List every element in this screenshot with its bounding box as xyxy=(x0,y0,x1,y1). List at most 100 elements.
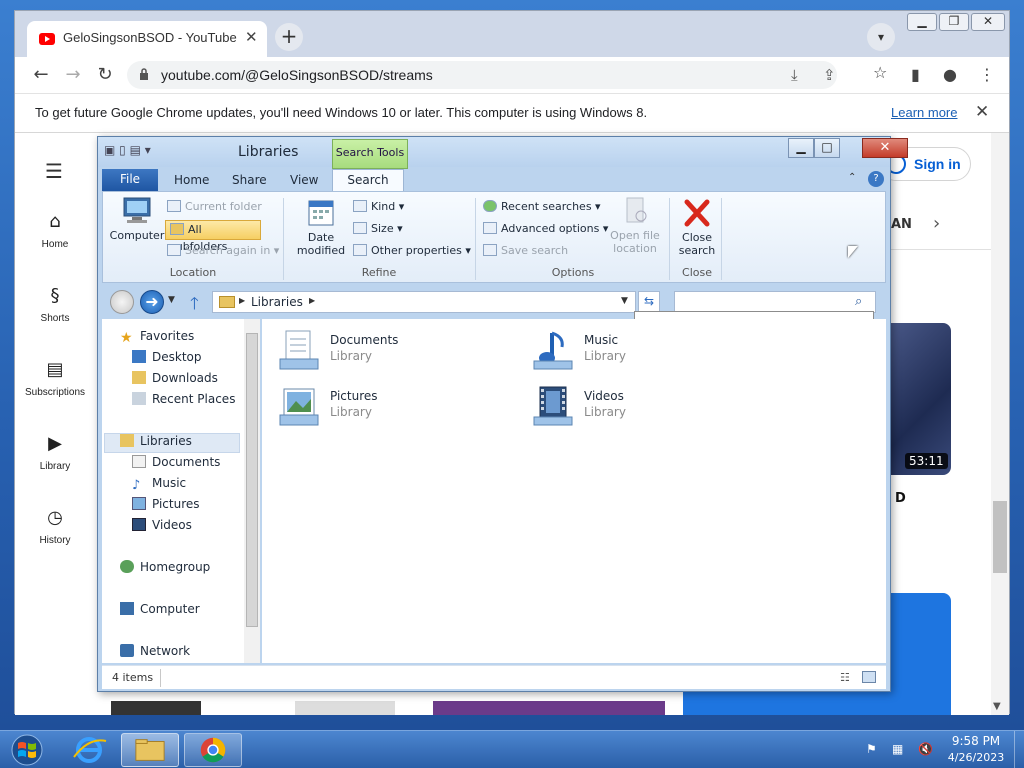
library-item-music[interactable]: Music Library xyxy=(530,327,770,377)
video-thumbnail[interactable] xyxy=(433,701,665,715)
nav-item-downloads[interactable]: Downloads xyxy=(132,371,218,391)
breadcrumb-chevron-icon[interactable]: ▶ xyxy=(239,296,245,305)
nav-item-libraries[interactable]: Libraries xyxy=(120,434,192,454)
tab-share[interactable]: Share xyxy=(232,173,267,187)
sidebar-item-home[interactable]: ⌂ Home xyxy=(20,211,90,250)
address-field[interactable]: ▶ Libraries ▶ ▼ xyxy=(212,291,636,313)
volume-muted-icon[interactable]: 🔇 xyxy=(918,742,933,756)
details-view-icon[interactable]: ☷ xyxy=(840,671,850,684)
nav-item-documents[interactable]: Documents xyxy=(132,455,220,475)
new-tab-button[interactable]: + xyxy=(275,23,303,51)
nav-scrollbar[interactable] xyxy=(244,319,260,663)
forward-button[interactable]: ➜ xyxy=(140,290,164,314)
scrollbar-thumb[interactable] xyxy=(993,501,1007,573)
page-scrollbar[interactable] xyxy=(991,133,1009,715)
maximize-button[interactable]: □ xyxy=(814,138,840,158)
nav-item-recent-places[interactable]: Recent Places xyxy=(132,392,235,412)
reload-icon[interactable]: ↻ xyxy=(93,63,117,87)
tab-view[interactable]: View xyxy=(290,173,318,187)
advanced-options-button[interactable]: Advanced options ▾ xyxy=(483,222,608,235)
computer-scope-button[interactable]: Computer xyxy=(109,196,165,242)
clock-date[interactable]: 4/26/2023 xyxy=(944,751,1008,764)
share-icon[interactable]: ⇪ xyxy=(823,66,836,84)
menu-dots-icon[interactable]: ⋮ xyxy=(979,65,995,84)
action-center-flag-icon[interactable]: ⚑ xyxy=(866,742,877,756)
hamburger-menu-icon[interactable]: ☰ xyxy=(45,159,63,183)
tab-search-icon[interactable]: ▾ xyxy=(867,23,895,51)
nav-item-favorites[interactable]: ★ Favorites xyxy=(120,329,194,349)
large-icons-view-icon[interactable] xyxy=(862,671,876,683)
explorer-titlebar[interactable]: ▣ ▯ ▤ ▾ Libraries ▁ □ ✕ xyxy=(98,137,908,167)
minimize-button[interactable]: ▁ xyxy=(788,138,814,158)
tab-search[interactable]: Search xyxy=(332,169,404,192)
nav-item-desktop[interactable]: Desktop xyxy=(132,350,202,370)
sidebar-item-library[interactable]: ▶ Library xyxy=(20,433,90,472)
back-button[interactable] xyxy=(110,290,134,314)
search-again-in-button[interactable]: Search again in ▾ xyxy=(167,244,279,257)
sidebar-item-shorts[interactable]: § Shorts xyxy=(20,285,90,324)
sidebar-item-history[interactable]: ◷ History xyxy=(20,507,90,546)
scrollbar-thumb[interactable] xyxy=(246,333,258,627)
open-file-location-button[interactable]: Open file location xyxy=(603,196,667,255)
nav-item-computer[interactable]: Computer xyxy=(120,602,200,622)
nav-item-homegroup[interactable]: Homegroup xyxy=(120,560,210,580)
quick-access-toolbar[interactable]: ▣ ▯ ▤ ▾ xyxy=(104,143,151,157)
up-arrow-icon[interactable]: 🡑 xyxy=(190,291,199,320)
chevron-right-icon[interactable]: › xyxy=(933,213,940,234)
recent-locations-dropdown-icon[interactable]: ▼ xyxy=(168,295,175,305)
restore-button[interactable]: ❐ xyxy=(939,13,969,31)
kind-button[interactable]: Kind ▾ xyxy=(353,200,404,213)
nav-item-videos[interactable]: Videos xyxy=(132,518,192,538)
tab-file[interactable]: File xyxy=(102,169,158,191)
breadcrumb-chevron-icon[interactable]: ▶ xyxy=(309,296,315,305)
network-tray-icon[interactable]: ▦ xyxy=(892,742,903,756)
tab-close-icon[interactable]: ✕ xyxy=(245,28,258,46)
library-item-pictures[interactable]: Pictures Library xyxy=(276,383,516,433)
address-bar[interactable]: youtube.com/@GeloSingsonBSOD/streams ⤓ ⇪ xyxy=(127,61,837,89)
channel-tab-fragment[interactable]: AN xyxy=(891,217,912,232)
close-search-button[interactable]: Close search xyxy=(671,198,723,257)
learn-more-link[interactable]: Learn more xyxy=(891,105,957,120)
help-icon[interactable]: ? xyxy=(868,171,884,187)
all-subfolders-button[interactable]: All subfolders xyxy=(165,220,261,253)
profile-icon[interactable]: ● xyxy=(943,65,957,84)
current-folder-button[interactable]: Current folder xyxy=(167,200,262,213)
recent-searches-button[interactable]: Recent searches ▾ xyxy=(483,200,601,213)
chrome-taskbar-button[interactable] xyxy=(184,733,242,767)
install-app-icon[interactable]: ⤓ xyxy=(791,66,798,84)
video-title-fragment[interactable]: D xyxy=(895,491,906,506)
scroll-down-icon[interactable]: ▼ xyxy=(993,701,1001,712)
library-item-videos[interactable]: Videos Library xyxy=(530,383,770,433)
clock-time[interactable]: 9:58 PM xyxy=(950,734,1002,748)
save-search-button[interactable]: Save search xyxy=(483,244,568,257)
other-properties-button[interactable]: Other properties ▾ xyxy=(353,244,471,257)
nav-item-pictures[interactable]: Pictures xyxy=(132,497,200,517)
forward-arrow-icon[interactable]: → xyxy=(61,63,85,87)
size-button[interactable]: Size ▾ xyxy=(353,222,403,235)
nav-item-music[interactable]: ♪ Music xyxy=(132,476,186,496)
tab-home[interactable]: Home xyxy=(174,173,209,187)
back-arrow-icon[interactable]: ← xyxy=(29,63,53,87)
browser-tab[interactable]: GeloSingsonBSOD - YouTube ✕ xyxy=(27,21,267,57)
close-window-button[interactable]: ✕ xyxy=(971,13,1005,31)
date-modified-button[interactable]: Date modified xyxy=(295,198,347,257)
file-explorer-taskbar-button[interactable] xyxy=(121,733,179,767)
address-dropdown-icon[interactable]: ▼ xyxy=(621,296,628,306)
side-panel-icon[interactable]: ▮ xyxy=(911,65,920,84)
start-button[interactable] xyxy=(6,734,48,766)
nav-item-network[interactable]: Network xyxy=(120,644,190,664)
sidebar-item-subscriptions[interactable]: ▤ Subscriptions xyxy=(20,359,90,398)
video-thumbnail[interactable] xyxy=(111,701,201,715)
video-thumbnail[interactable] xyxy=(295,701,395,715)
search-icon[interactable]: ⌕ xyxy=(855,294,862,309)
close-window-button[interactable]: ✕ xyxy=(862,138,908,158)
infobar-close-icon[interactable]: ✕ xyxy=(975,102,989,122)
collapse-ribbon-icon[interactable]: ⌃ xyxy=(848,172,856,183)
bookmark-star-icon[interactable]: ☆ xyxy=(873,63,887,82)
search-input[interactable]: ⌕ xyxy=(674,291,876,313)
breadcrumb-libraries[interactable]: Libraries xyxy=(251,295,303,309)
minimize-button[interactable]: ▁ xyxy=(907,13,937,31)
show-desktop-button[interactable] xyxy=(1014,731,1024,768)
refresh-button[interactable]: ⇆ xyxy=(638,291,660,313)
library-item-documents[interactable]: Documents Library xyxy=(276,327,516,377)
